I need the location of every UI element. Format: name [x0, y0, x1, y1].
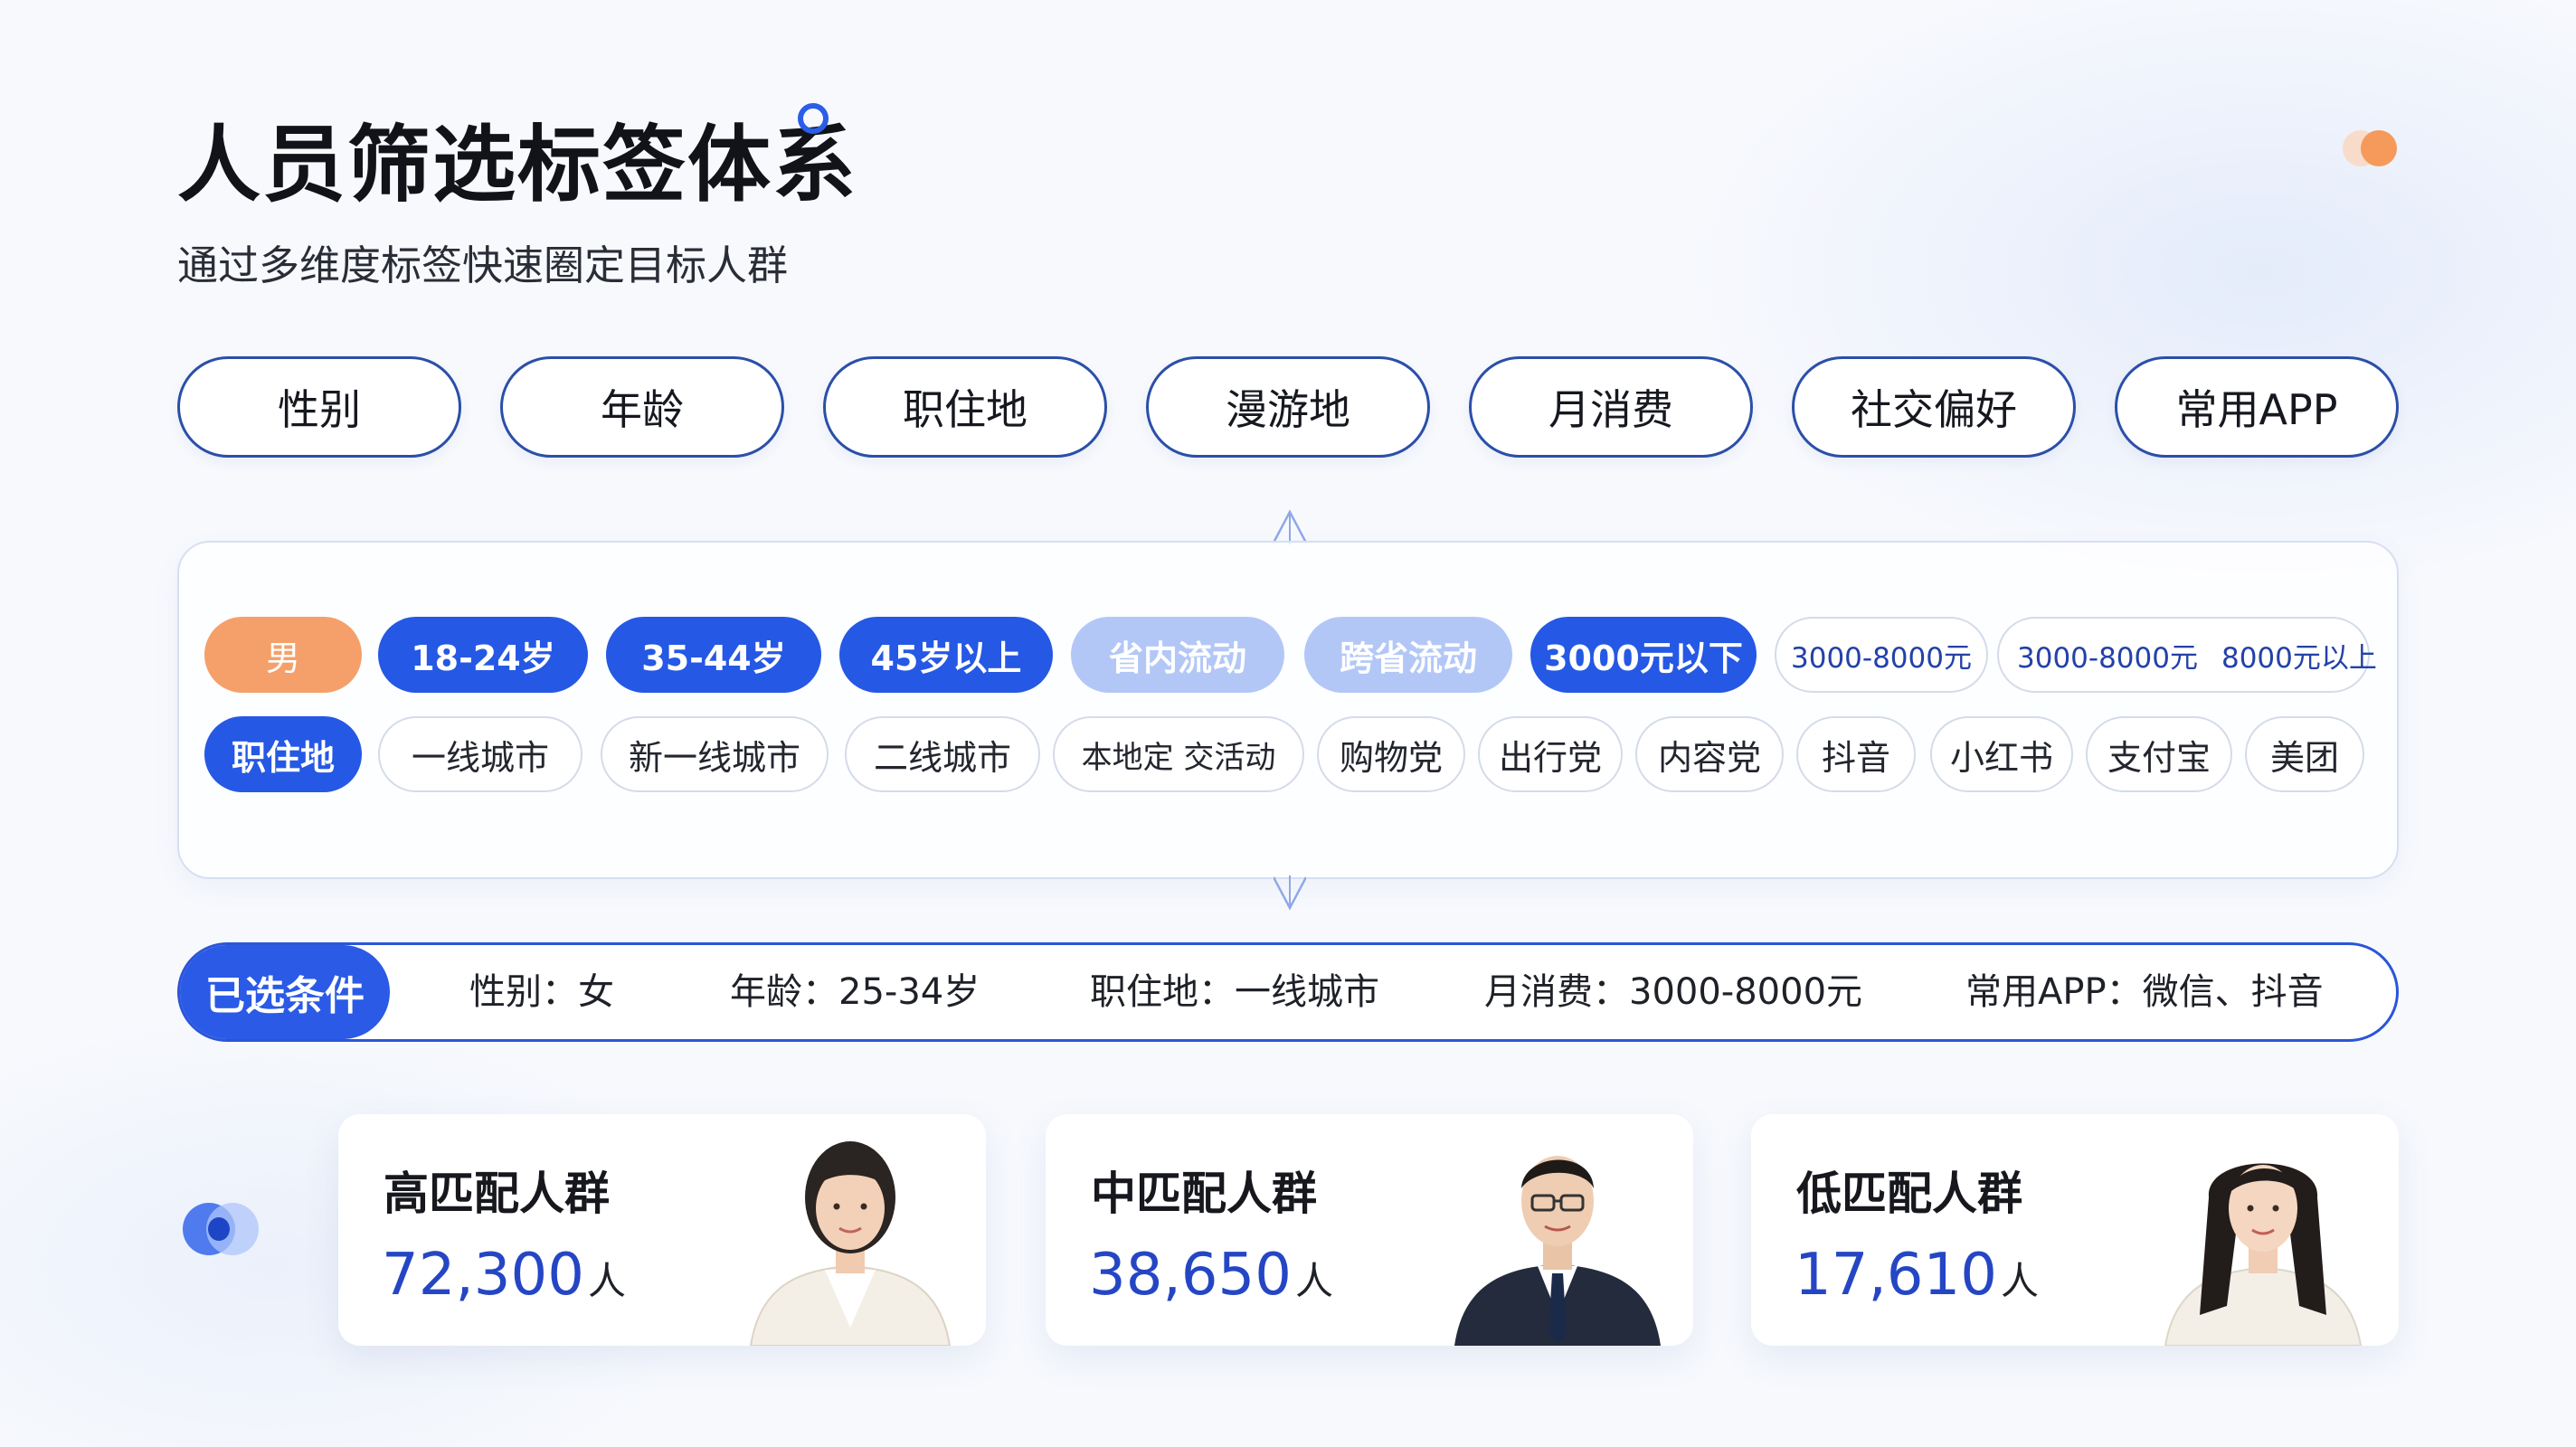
- category-residence[interactable]: 职住地: [823, 356, 1107, 458]
- category-monthly-spend[interactable]: 月消费: [1469, 356, 1753, 458]
- category-age[interactable]: 年龄: [500, 356, 784, 458]
- tag-alipay[interactable]: 支付宝: [2086, 716, 2232, 792]
- tag-local-social[interactable]: 本地定 交活动: [1053, 716, 1304, 792]
- tag-spend-3000-8000-alt: 3000-8000元: [2017, 641, 2198, 675]
- selected-gender[interactable]: 性别：女: [469, 969, 614, 1016]
- tag-tier2-city[interactable]: 二线城市: [845, 716, 1040, 792]
- overlap-circles-decoration: [183, 1203, 264, 1261]
- selected-conditions-label: 已选条件: [180, 945, 390, 1039]
- tag-content-lover[interactable]: 内容党: [1635, 716, 1784, 792]
- card-count-unit: 人: [2000, 1259, 2039, 1303]
- tag-intra-province[interactable]: 省内流动: [1071, 617, 1284, 693]
- tag-shopper[interactable]: 购物党: [1317, 716, 1465, 792]
- dots-decoration: [2343, 127, 2406, 172]
- page-title: 人员筛选标签体系: [177, 117, 858, 213]
- tag-spend-group[interactable]: 3000-8000元 8000元以上: [1997, 617, 2377, 693]
- ring-decoration: [798, 103, 829, 134]
- selected-residence[interactable]: 职住地：一线城市: [1090, 969, 1379, 1016]
- tag-xiaohongshu[interactable]: 小红书: [1930, 716, 2073, 792]
- tag-age-45-plus[interactable]: 45岁以上: [839, 617, 1053, 693]
- card-title: 高匹配人群: [384, 1168, 610, 1220]
- tag-meituan[interactable]: 美团: [2245, 716, 2364, 792]
- dot-decoration-orange: [2361, 130, 2397, 166]
- tag-panel: [177, 541, 2399, 879]
- card-title: 低匹配人群: [1796, 1168, 2022, 1220]
- woman-portrait-icon: [749, 1141, 952, 1346]
- card-count-unit: 人: [587, 1259, 626, 1303]
- woman-portrait-icon: [2164, 1163, 2363, 1346]
- tag-age-35-44[interactable]: 35-44岁: [606, 617, 821, 693]
- panel-arrow-up-icon: [1274, 509, 1306, 544]
- card-count-unit: 人: [1294, 1259, 1333, 1303]
- tag-spend-below-3000[interactable]: 3000元以下: [1530, 617, 1757, 693]
- tag-residence[interactable]: 职住地: [204, 716, 362, 792]
- category-bar: 性别 年龄 职住地 漫游地 月消费 社交偏好 常用APP: [177, 356, 2399, 458]
- card-count-value: 17,610: [1795, 1242, 1997, 1309]
- card-count-value: 38,650: [1089, 1242, 1292, 1309]
- selected-monthly-spend[interactable]: 月消费：3000-8000元: [1484, 969, 1862, 1016]
- man-portrait-icon: [1454, 1156, 1661, 1346]
- tag-traveler[interactable]: 出行党: [1478, 716, 1623, 792]
- tag-age-18-24[interactable]: 18-24岁: [378, 617, 588, 693]
- tag-spend-3000-8000[interactable]: 3000-8000元: [1775, 617, 1988, 693]
- card-high-match[interactable]: 高匹配人群 72,300人: [338, 1114, 986, 1346]
- tag-douyin[interactable]: 抖音: [1796, 716, 1916, 792]
- card-low-match[interactable]: 低匹配人群 17,610人: [1751, 1114, 2399, 1346]
- card-count: 38,650人: [1089, 1239, 1333, 1318]
- card-count: 17,610人: [1795, 1239, 2039, 1318]
- tag-new-tier1-city[interactable]: 新一线城市: [601, 716, 829, 792]
- tag-tier1-city[interactable]: 一线城市: [378, 716, 582, 792]
- selected-conditions-bar: 已选条件 性别：女 年龄：25-34岁 职住地：一线城市 月消费：3000-80…: [177, 942, 2399, 1042]
- tag-male[interactable]: 男: [204, 617, 362, 693]
- panel-arrow-down-icon: [1274, 875, 1306, 911]
- page-subtitle: 通过多维度标签快速圈定目标人群: [177, 241, 789, 289]
- category-social-preference[interactable]: 社交偏好: [1792, 356, 2076, 458]
- card-medium-match[interactable]: 中匹配人群 38,650人: [1046, 1114, 1693, 1346]
- category-gender[interactable]: 性别: [177, 356, 461, 458]
- card-title: 中匹配人群: [1091, 1168, 1317, 1220]
- tag-spend-above-8000: 8000元以上: [2221, 641, 2377, 675]
- tag-cross-province[interactable]: 跨省流动: [1304, 617, 1512, 693]
- category-roaming[interactable]: 漫游地: [1146, 356, 1430, 458]
- card-count-value: 72,300: [382, 1242, 584, 1309]
- selected-age[interactable]: 年龄：25-34岁: [730, 969, 980, 1016]
- page-background: 人员筛选标签体系 通过多维度标签快速圈定目标人群 性别 年龄 职住地 漫游地 月…: [0, 0, 2576, 1447]
- selected-common-app[interactable]: 常用APP：微信、抖音: [1965, 969, 2324, 1016]
- card-count: 72,300人: [382, 1239, 626, 1318]
- category-common-app[interactable]: 常用APP: [2115, 356, 2399, 458]
- circle-decoration-dark: [208, 1217, 230, 1241]
